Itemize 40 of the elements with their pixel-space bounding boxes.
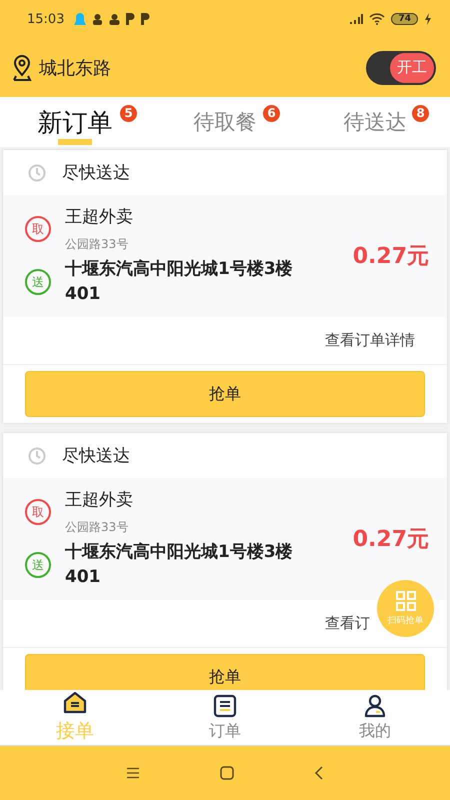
charging-icon	[424, 13, 432, 25]
details-link[interactable]: 查看订	[325, 614, 370, 633]
user-icon	[363, 694, 387, 718]
parking-icon	[126, 13, 136, 25]
work-toggle[interactable]: 开工	[366, 50, 436, 84]
location-text: 城北东路	[39, 56, 111, 80]
pickup-mark: 取	[25, 499, 51, 525]
delivery-time: 尽快送达	[62, 445, 130, 467]
back-icon[interactable]	[314, 766, 324, 780]
clock-icon	[28, 446, 46, 464]
clock-icon	[28, 164, 46, 182]
person-icon	[109, 12, 120, 26]
location-pin-icon	[11, 54, 33, 80]
signal-icon	[349, 13, 364, 25]
wifi-icon	[369, 13, 386, 25]
pickup-mark: 取	[25, 216, 51, 242]
deliver-mark: 送	[25, 552, 51, 578]
shop-address: 公园路33号	[65, 236, 130, 253]
home-icon	[63, 691, 87, 715]
shop-name: 王超外卖	[65, 206, 133, 228]
details-link[interactable]: 查看订单详情	[325, 331, 415, 350]
list-icon	[213, 694, 237, 718]
nav-tab[interactable]: 我的	[300, 690, 450, 745]
order-price: 0.27元	[352, 243, 429, 271]
tab-underline	[58, 139, 92, 145]
menu-icon[interactable]	[126, 767, 140, 779]
battery-level: 74	[391, 13, 418, 25]
grab-order-button[interactable]: 抢单	[25, 371, 425, 417]
shop-name: 王超外卖	[65, 489, 133, 511]
parking-icon	[141, 13, 150, 25]
destination-address: 十堰东汽高中阳光城1号楼3楼401	[65, 258, 294, 306]
deliver-mark: 送	[25, 269, 51, 295]
delivery-time: 尽快送达	[62, 162, 130, 184]
nav-tab[interactable]: 订单	[150, 690, 300, 745]
destination-address: 十堰东汽高中阳光城1号楼3楼401	[65, 541, 294, 589]
order-price: 0.27元	[352, 526, 429, 554]
qr-code-icon	[394, 590, 416, 612]
shop-address: 公园路33号	[65, 519, 130, 536]
status-time: 15:03	[27, 12, 64, 26]
home-square-icon[interactable]	[220, 766, 234, 780]
